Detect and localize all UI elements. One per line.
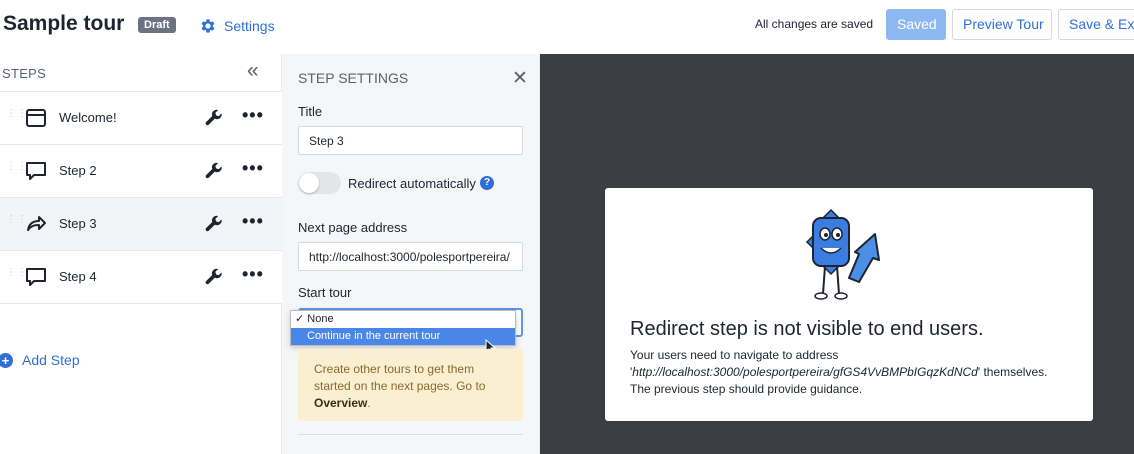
step-settings-heading: STEP SETTINGS [298,70,409,86]
gear-icon [201,19,215,33]
steps-header: STEPS « [0,54,282,92]
save-exit-button[interactable]: Save & Exit [1058,9,1134,40]
preview-tour-button[interactable]: Preview Tour [952,9,1052,40]
top-bar: Sample tour Draft Settings All changes a… [0,0,1134,54]
saved-button[interactable]: Saved [886,9,946,40]
next-page-label: Next page address [298,220,408,235]
window-icon [26,109,46,127]
start-tour-dropdown: ✓ None Continue in the current tour [290,310,516,346]
steps-panel: STEPS « ⋮⋮ Welcome! ••• ⋮⋮ Step 2 ••• ⋮⋮… [0,54,282,454]
info-note: Create other tours to get them started o… [298,349,523,421]
wrench-icon[interactable] [204,267,224,287]
draft-badge: Draft [138,17,176,33]
more-icon[interactable]: ••• [242,105,264,126]
next-page-input[interactable] [298,242,523,271]
double-chevron-left-icon[interactable]: « [247,59,259,83]
close-icon[interactable]: ✕ [512,67,528,90]
wrench-icon[interactable] [204,214,224,234]
preview-area: Redirect step is not visible to end user… [540,54,1134,454]
more-icon[interactable]: ••• [242,264,264,285]
wrench-icon[interactable] [204,108,224,128]
step-item-step-2[interactable]: ⋮⋮ Step 2 ••• [0,145,282,198]
start-tour-label: Start tour [298,285,352,300]
note-text: Create other tours to get them started o… [314,362,486,393]
redirect-toggle[interactable] [298,172,341,194]
settings-label: Settings [224,18,275,34]
add-step-label: Add Step [22,352,80,368]
step-label: Welcome! [59,110,117,125]
overview-link[interactable]: Overview [314,396,367,410]
speech-bubble-icon [26,162,46,180]
plus-icon: + [0,352,13,368]
note-end: . [367,396,371,410]
more-icon[interactable]: ••• [242,158,264,179]
card-text-line-3: The previous step should provide guidanc… [630,382,863,396]
option-continue-current-tour[interactable]: Continue in the current tour [291,328,515,345]
redirect-info-card: Redirect step is not visible to end user… [605,188,1093,421]
steps-heading: STEPS [2,66,47,81]
step-label: Step 3 [59,216,97,231]
step-item-step-4[interactable]: ⋮⋮ Step 4 ••• [0,251,282,304]
save-status: All changes are saved [755,17,874,31]
more-icon[interactable]: ••• [242,211,264,232]
redirect-arrow-icon [27,216,46,231]
help-icon[interactable]: ? [480,176,494,190]
card-text-line-1: Your users need to navigate to address [630,348,839,362]
divider [298,434,523,435]
option-none[interactable]: ✓ None [291,311,515,328]
step-settings-panel: STEP SETTINGS ✕ Title Redirect automatic… [282,54,540,454]
title-label: Title [298,104,323,119]
toggle-knob [299,173,319,193]
step-label: Step 4 [59,269,97,284]
wrench-icon[interactable] [204,161,224,181]
card-heading: Redirect step is not visible to end user… [630,318,984,340]
card-text-line-2: 'http://localhost:3000/polesportpereira/… [630,365,1048,379]
step-item-welcome[interactable]: ⋮⋮ Welcome! ••• [0,92,282,145]
add-step-button[interactable]: + Add Step [0,352,80,368]
step-label: Step 2 [59,163,97,178]
title-input[interactable] [298,126,523,155]
redirect-label: Redirect automatically [348,176,476,191]
target-url: http://localhost:3000/polesportpereira/g… [632,365,978,379]
tour-title: Sample tour [3,12,125,35]
step-item-step-3[interactable]: ⋮⋮ Step 3 ••• [0,198,282,251]
settings-link[interactable]: Settings [199,15,275,37]
card-description: Your users need to navigate to address '… [630,347,1075,398]
mascot-illustration [805,208,880,300]
speech-bubble-icon [26,268,46,286]
